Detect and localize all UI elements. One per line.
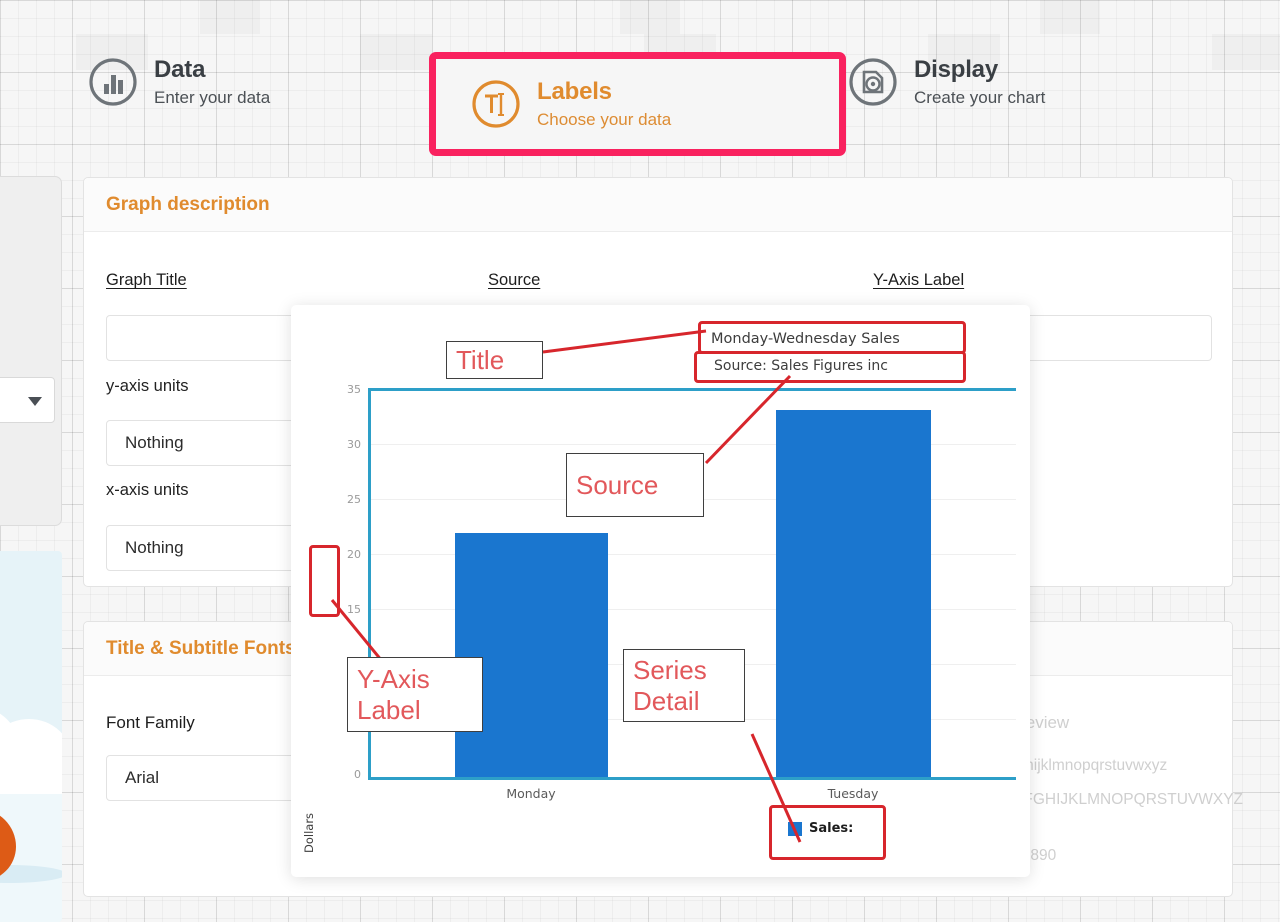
y-tick: 30	[347, 438, 361, 451]
legend-swatch	[788, 821, 802, 836]
y-axis-units-label: y-axis units	[106, 377, 189, 395]
y-tick: 15	[347, 603, 361, 616]
chart-top-border	[368, 388, 1016, 391]
legend-label: Sales:	[809, 821, 854, 836]
text-cursor-icon	[471, 79, 521, 129]
y-tick: 20	[347, 548, 361, 561]
x-axis-units-value: Nothing	[125, 538, 184, 557]
x-label-monday: Monday	[506, 786, 556, 801]
y-axis-line	[368, 390, 371, 779]
font-family-label: Font Family	[106, 713, 195, 732]
y-tick: 10	[347, 658, 361, 671]
chart-display-icon	[848, 57, 898, 107]
wizard-step-data[interactable]: Data Enter your data	[70, 35, 366, 129]
column-header-source: Source	[488, 271, 541, 289]
y-tick: 25	[347, 493, 361, 506]
font-family-value: Arial	[125, 768, 160, 787]
wizard-step-labels-content[interactable]: Labels Choose your data	[453, 57, 833, 151]
wizard-step-display[interactable]: Display Create your chart	[830, 35, 1130, 129]
chart-title: Monday-Wednesday Sales	[711, 331, 900, 347]
wizard-step-title: Display	[914, 55, 998, 83]
card-title: Graph description	[106, 193, 270, 215]
chart-preview-overlay: Monday-Wednesday Sales Source: Sales Fig…	[291, 305, 1030, 877]
wizard-step-title: Labels	[537, 78, 612, 105]
wizard-step-subtitle: Create your chart	[914, 87, 1046, 107]
bar-chart-icon	[88, 57, 138, 107]
column-header-y-axis-label: Y-Axis Label	[873, 271, 965, 289]
chevron-down-icon	[28, 397, 42, 406]
chart-legend: Sales:	[788, 821, 853, 836]
x-axis-line	[368, 777, 1016, 780]
wizard-step-subtitle: Enter your data	[154, 87, 271, 107]
chart-subtitle: Source: Sales Figures inc	[714, 358, 888, 374]
left-side-panel	[0, 176, 62, 526]
illustration-hill	[0, 719, 62, 799]
left-panel-select[interactable]	[0, 377, 55, 423]
bar-tuesday	[776, 410, 931, 777]
bar-monday	[455, 533, 608, 777]
wizard-step-subtitle: Choose your data	[537, 110, 672, 129]
x-label-tuesday: Tuesday	[827, 786, 879, 801]
card-title: Title & Subtitle Fonts	[106, 637, 296, 659]
wizard-step-title: Data	[154, 55, 206, 83]
column-header-graph-title: Graph Title	[106, 271, 187, 289]
x-axis-units-label: x-axis units	[106, 481, 189, 499]
y-tick: 35	[347, 383, 361, 396]
left-illustration-panel: +	[0, 551, 62, 922]
chart-ylabel: Dollars	[302, 812, 316, 853]
y-axis-units-value: Nothing	[125, 433, 184, 452]
y-tick: 0	[354, 768, 361, 781]
y-tick: 5	[354, 713, 361, 726]
bar-chart: Monday-Wednesday Sales Source: Sales Fig…	[291, 305, 1030, 877]
card-header: Graph description	[84, 178, 1232, 232]
